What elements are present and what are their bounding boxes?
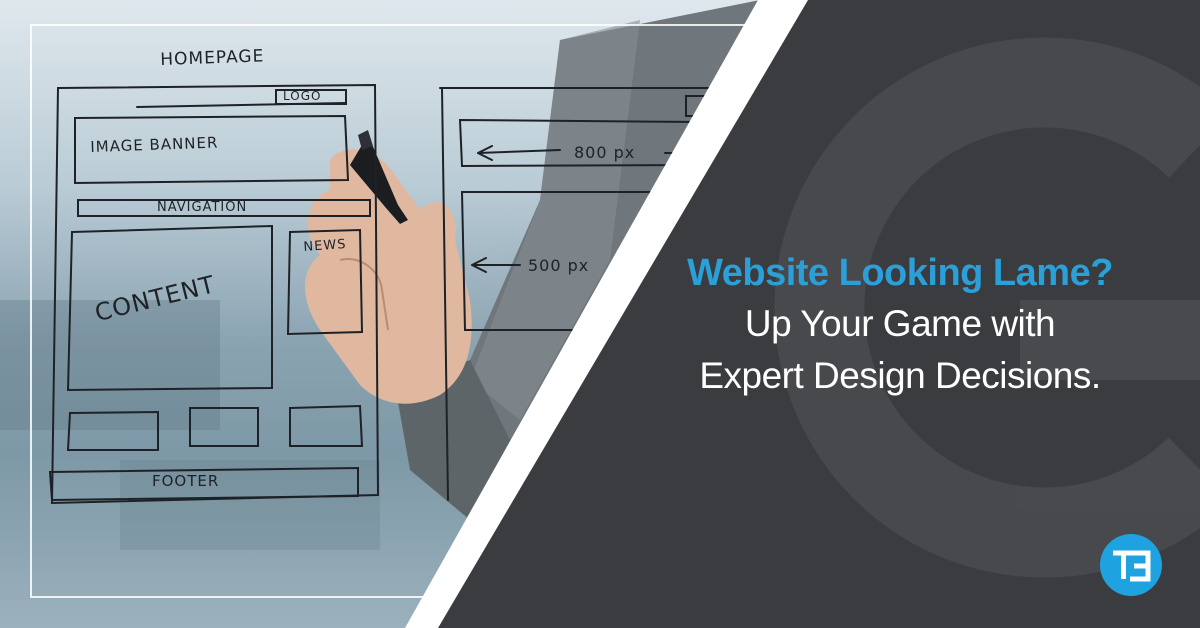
headline-line-1: Website Looking Lame? (687, 252, 1113, 294)
headline: Website Looking Lame? Up Your Game with … (620, 248, 1180, 402)
headline-line-3: Expert Design Decisions. (699, 355, 1101, 396)
te-logo-mark (1113, 550, 1151, 582)
headline-line-2: Up Your Game with (744, 303, 1056, 344)
te-logo-icon (1100, 534, 1162, 596)
